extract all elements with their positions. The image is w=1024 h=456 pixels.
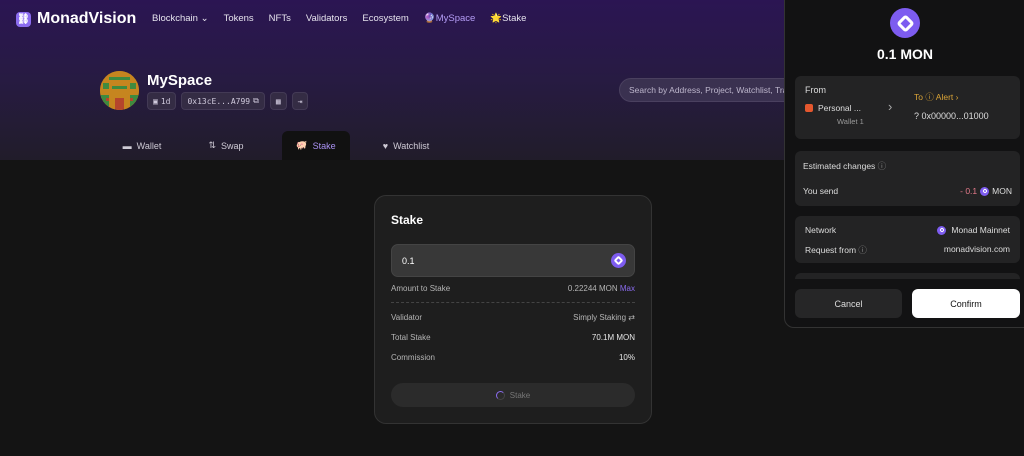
total-stake-value: 70.1M MON bbox=[591, 333, 635, 342]
tab-watchlist[interactable]: ♥ Watchlist bbox=[364, 131, 448, 160]
alert-link[interactable]: ⓘ Alert › bbox=[925, 92, 958, 102]
brand-logo[interactable]: ⛓ MonadVision bbox=[16, 10, 136, 28]
nav-stake[interactable]: 🌟Stake bbox=[490, 13, 526, 24]
avatar bbox=[100, 71, 139, 110]
question-icon: ? bbox=[914, 111, 920, 121]
logout-button[interactable]: ⇥ bbox=[291, 92, 309, 110]
nav-blockchain[interactable]: Blockchain ⌄ bbox=[152, 13, 209, 24]
nav-myspace[interactable]: 🔮MySpace bbox=[424, 13, 475, 24]
tab-wallet[interactable]: ▬ Wallet bbox=[100, 131, 184, 160]
validator-label: Validator bbox=[391, 313, 422, 322]
nav-nfts[interactable]: NFTs bbox=[269, 13, 291, 24]
balance: 0.22244 MON bbox=[567, 284, 618, 293]
copy-icon[interactable]: ⧉ bbox=[253, 96, 259, 106]
mon-token-icon bbox=[980, 186, 990, 196]
help-icon: ⓘ bbox=[858, 245, 867, 255]
tx-amount: 0.1 MON bbox=[876, 46, 933, 62]
help-icon: ⓘ bbox=[877, 161, 887, 171]
tab-swap[interactable]: ⇅ Swap bbox=[184, 131, 268, 160]
stake-title: Stake bbox=[391, 213, 424, 227]
from-to-section: From Personal ... Wallet 1 › To ⓘ Alert … bbox=[795, 76, 1020, 139]
confirm-button[interactable]: Confirm bbox=[912, 289, 1020, 318]
network-info: Network Monad Mainnet Request from ⓘ mon… bbox=[795, 216, 1020, 263]
top-nav: Blockchain ⌄ Tokens NFTs Validators Ecos… bbox=[152, 13, 526, 24]
logout-icon: ⇥ bbox=[297, 96, 303, 106]
qr-code-icon: ▦ bbox=[275, 96, 281, 106]
cancel-button[interactable]: Cancel bbox=[795, 289, 902, 318]
estimated-changes: Estimated changes ⓘ You send - 0.1 MON bbox=[795, 151, 1020, 206]
max-button[interactable]: Max bbox=[620, 284, 635, 293]
qr-code-button[interactable]: ▦ bbox=[269, 92, 287, 110]
amount-label: Amount to Stake bbox=[391, 284, 451, 293]
nav-tokens[interactable]: Tokens bbox=[224, 13, 254, 24]
nav-validators[interactable]: Validators bbox=[306, 13, 348, 24]
stake-button[interactable]: Stake bbox=[391, 383, 635, 407]
page-title: MySpace bbox=[147, 72, 213, 89]
from-account[interactable]: Personal ... bbox=[805, 103, 861, 113]
commission-value: 10% bbox=[618, 353, 635, 362]
to-address: ? 0x00000...01000 bbox=[914, 111, 989, 121]
monad-logo-icon: ⛓ bbox=[16, 11, 31, 27]
chevron-right-icon: › bbox=[888, 99, 893, 114]
swap-icon: ⇅ bbox=[208, 140, 217, 150]
heart-icon: ♥ bbox=[382, 140, 389, 151]
address-chip[interactable]: 0x13cE...A799 ⧉ bbox=[181, 92, 265, 110]
wallet-confirm-popup: 0.1 MON From Personal ... Wallet 1 › To … bbox=[784, 0, 1024, 328]
info-icon: ⓘ bbox=[925, 92, 934, 102]
search-input[interactable]: Search by Address, Project, Watchlist, T… bbox=[619, 78, 799, 102]
divider bbox=[391, 302, 635, 303]
total-stake-label: Total Stake bbox=[391, 333, 431, 342]
nav-ecosystem[interactable]: Ecosystem bbox=[362, 13, 408, 24]
piggy-bank-icon: 🐖 bbox=[296, 140, 308, 150]
amount-input[interactable]: 0.1 bbox=[391, 244, 635, 277]
wallet-icon bbox=[805, 104, 813, 112]
tab-stake[interactable]: 🐖 Stake bbox=[282, 131, 350, 160]
scroll-overflow-section bbox=[795, 273, 1020, 279]
age-chip: ▣ 1d bbox=[147, 92, 177, 110]
stake-card: Stake 0.1 Amount to Stake 0.22244 MON Max… bbox=[374, 195, 652, 424]
calendar-icon: ▣ bbox=[153, 96, 158, 106]
brand-name: MonadVision bbox=[37, 10, 137, 27]
loading-spinner-icon bbox=[495, 390, 505, 400]
monad-network-icon bbox=[937, 225, 947, 235]
mon-token-icon bbox=[890, 8, 920, 38]
validator-select[interactable]: Simply Staking ⇄ bbox=[573, 313, 635, 322]
wallet-icon: ▬ bbox=[122, 140, 132, 151]
mon-token-icon bbox=[611, 253, 626, 268]
switch-icon: ⇄ bbox=[628, 313, 635, 322]
commission-label: Commission bbox=[391, 353, 436, 362]
